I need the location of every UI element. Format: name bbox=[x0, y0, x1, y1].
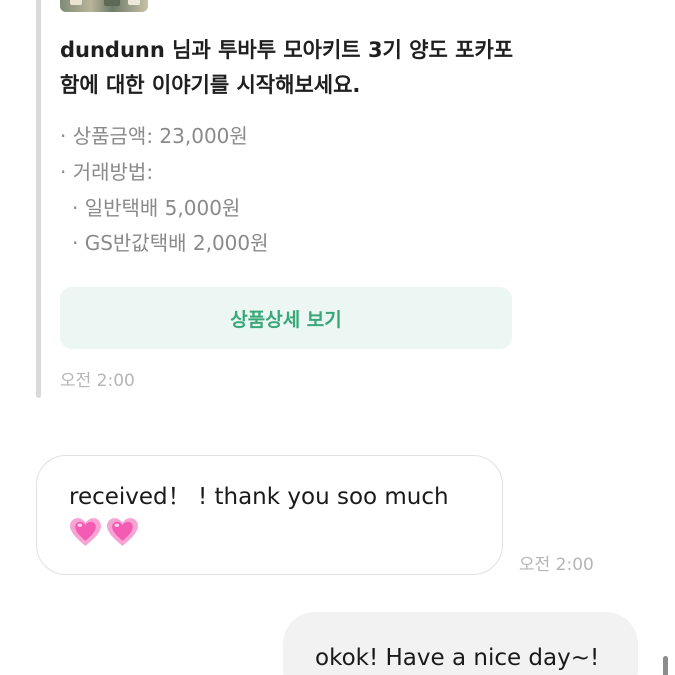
emoji-row bbox=[69, 516, 139, 550]
thumbnail-detail bbox=[104, 0, 120, 6]
product-price: · 상품금액: 23,000원 bbox=[60, 124, 248, 148]
sent-message-bubble[interactable]: okok! Have a nice day~! bbox=[283, 612, 638, 675]
received-message-bubble[interactable]: received！ ! thank you soo much bbox=[36, 455, 503, 575]
card-heading: dundunn 님과 투바투 모아키트 3기 양도 포카포함에 대한 이야기를 … bbox=[60, 38, 514, 97]
view-product-detail-button[interactable]: 상품상세 보기 bbox=[60, 287, 512, 349]
card-divider-line bbox=[36, 0, 41, 398]
trade-method-label: · 거래방법: bbox=[60, 160, 154, 184]
message-time: 오전 2:00 bbox=[519, 555, 594, 575]
thumbnail-detail bbox=[70, 0, 82, 5]
trade-info-card: dundunn 님과 투바투 모아키트 3기 양도 포카포함에 대한 이야기를 … bbox=[36, 0, 526, 398]
product-thumbnail[interactable] bbox=[60, 0, 148, 12]
thumbnail-detail bbox=[128, 0, 140, 5]
sent-message-text: okok! Have a nice day~! bbox=[315, 645, 600, 671]
message-time: 오전 2:00 bbox=[60, 371, 135, 391]
shipping-option: · GS반값택배 2,000원 bbox=[72, 231, 269, 255]
growing-heart-icon bbox=[106, 516, 139, 550]
scrollbar[interactable] bbox=[663, 656, 668, 675]
received-message-text: received！ ! thank you soo much bbox=[69, 484, 449, 510]
shipping-option: · 일반택배 5,000원 bbox=[72, 196, 241, 220]
chat-screen: dundunn 님과 투바투 모아키트 3기 양도 포카포함에 대한 이야기를 … bbox=[0, 0, 675, 675]
growing-heart-icon bbox=[69, 516, 102, 550]
